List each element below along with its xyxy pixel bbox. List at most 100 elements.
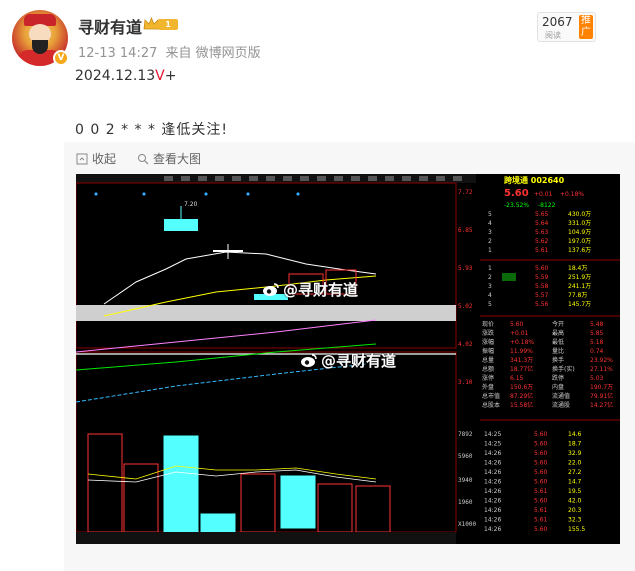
info-value: 15.58亿 <box>510 401 533 409</box>
stock-change-pct: +0.18% <box>560 191 584 198</box>
magnify-icon <box>138 153 149 164</box>
info-label: 总额 <box>482 365 494 373</box>
sell-level: 4 <box>488 220 492 227</box>
info-value: 0.74 <box>590 348 604 355</box>
tick-time: 14:26 <box>484 507 501 514</box>
tick-volume: 14.7 <box>568 479 582 486</box>
info-value: 190.7万 <box>590 384 613 391</box>
sell-level: 1 <box>488 247 492 254</box>
tick-time: 14:26 <box>484 517 501 524</box>
sell-level: 3 <box>488 229 492 236</box>
info-value: 6.15 <box>510 375 524 382</box>
tick-volume: 155.5 <box>568 526 585 533</box>
tick-price: 5.60 <box>534 431 548 438</box>
info-label: 内盘 <box>552 383 564 391</box>
chart-menu-item <box>215 176 224 181</box>
chart-menu-item <box>232 176 241 181</box>
read-count: 2067 <box>542 15 573 29</box>
post-time[interactable]: 12-13 14:27 <box>78 46 157 61</box>
buy-volume: 251.9万 <box>568 274 591 281</box>
tick-price: 5.60 <box>534 441 548 448</box>
buy-volume: 77.8万 <box>568 292 587 299</box>
tick-time: 14:26 <box>484 460 501 467</box>
watermark-2: @寻财有道 <box>300 350 396 371</box>
vol-ma-line <box>87 469 377 483</box>
chart-menu-item <box>300 176 309 181</box>
tick-price: 5.60 <box>534 450 548 457</box>
info-label: 涨停 <box>482 374 494 382</box>
watermark-1: @寻财有道 <box>262 279 358 300</box>
collapse-icon <box>76 153 88 164</box>
volume-bar <box>123 463 159 533</box>
info-value: 11.99% <box>510 348 533 355</box>
chart-menu-item <box>266 176 275 181</box>
info-value: +0.18% <box>510 339 534 346</box>
price-axis-tick: 5.02 <box>458 303 473 310</box>
volume-bar <box>87 433 123 533</box>
info-value: 5.60 <box>510 321 524 328</box>
post-source: 来自 微博网页版 <box>165 46 261 61</box>
chart-menu-item <box>419 176 428 181</box>
tick-price: 5.60 <box>534 479 548 486</box>
vol-ma-line <box>87 465 377 480</box>
weibo-logo-icon <box>301 353 317 367</box>
tick-time: 14:25 <box>484 441 501 448</box>
tick-volume: 22.0 <box>568 460 582 467</box>
chart-menu-item <box>385 176 394 181</box>
volume-bar <box>240 473 276 533</box>
volume-bar <box>317 483 353 533</box>
chart-menu-item <box>402 176 411 181</box>
volume-axis-tick: 3940 <box>458 477 473 484</box>
sell-volume: 197.0万 <box>568 238 591 245</box>
chart-menu-item <box>368 176 377 181</box>
promote-button[interactable]: 推广 <box>579 15 593 39</box>
buy-level: 4 <box>488 292 492 299</box>
collapse-label: 收起 <box>92 152 117 166</box>
post-v-mark: V <box>155 68 165 84</box>
price-axis-tick: 4.02 <box>458 341 473 348</box>
signal-marker <box>296 192 300 196</box>
collapse-button[interactable]: 收起 <box>76 150 116 167</box>
buy-level: 1 <box>488 265 492 272</box>
price-axis-tick: 5.93 <box>458 265 473 272</box>
price-axis-tick: 7.72 <box>458 189 473 196</box>
watermark-text: @寻财有道 <box>283 281 359 299</box>
buy-volume: 241.1万 <box>568 283 591 290</box>
tick-price: 5.60 <box>534 460 548 467</box>
info-label: 今开 <box>552 320 564 328</box>
buy-price: 5.58 <box>535 283 549 290</box>
stock-change: +0.01 <box>534 191 553 198</box>
info-label: 最高 <box>552 329 564 337</box>
volume-bar <box>280 475 316 529</box>
buy-price: 5.57 <box>535 292 549 299</box>
info-label: 总量 <box>482 356 494 364</box>
bottom-tab-strip <box>76 532 456 544</box>
view-large-button[interactable]: 查看大图 <box>137 150 201 167</box>
tick-price: 5.60 <box>534 498 548 505</box>
info-value: 23.92% <box>590 357 613 364</box>
info-value: 5.18 <box>590 339 604 346</box>
sell-price: 5.65 <box>535 211 549 218</box>
info-label: 外盘 <box>482 383 494 391</box>
post-text-line1: 2024.12.13V+ <box>75 68 176 84</box>
watermark-text: @寻财有道 <box>321 352 397 370</box>
tick-time: 14:26 <box>484 469 501 476</box>
info-label: 现价 <box>482 321 494 328</box>
tick-volume: 19.5 <box>568 488 582 495</box>
tick-time: 14:26 <box>484 488 501 495</box>
chart-menu-item <box>198 176 207 181</box>
info-value: 27.11% <box>590 366 613 373</box>
tick-price: 5.61 <box>534 507 548 514</box>
chart-menu-item <box>283 176 292 181</box>
info-value: 150.6万 <box>510 384 533 391</box>
verified-badge-icon: V <box>53 50 69 66</box>
vip-crown-icon[interactable]: 1 <box>143 16 179 32</box>
sell-price: 5.61 <box>535 247 549 254</box>
tick-price: 5.61 <box>534 488 548 495</box>
sell-level: 5 <box>488 211 492 218</box>
buy-highlight <box>502 273 516 281</box>
info-value: 79.91亿 <box>590 392 613 400</box>
author-name[interactable]: 寻财有道 <box>78 14 142 38</box>
info-label: 涨跌 <box>482 329 494 337</box>
volume-frame <box>76 351 457 533</box>
